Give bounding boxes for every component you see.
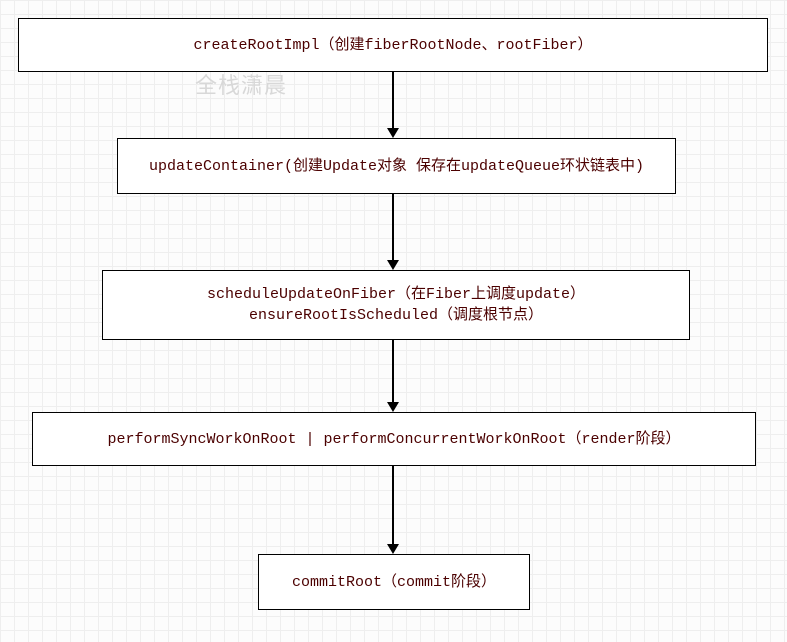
node-label-line1: scheduleUpdateOnFiber（在Fiber上调度update） <box>207 284 585 305</box>
node-label: createRootImpl（创建fiberRootNode、rootFiber… <box>193 35 592 56</box>
flow-node-create-root-impl: createRootImpl（创建fiberRootNode、rootFiber… <box>18 18 768 72</box>
flow-arrow <box>387 466 399 554</box>
flow-node-perform-work: performSyncWorkOnRoot | performConcurren… <box>32 412 756 466</box>
node-label: commitRoot（commit阶段） <box>292 572 496 593</box>
flow-node-update-container: updateContainer(创建Update对象 保存在updateQueu… <box>117 138 676 194</box>
flow-node-commit-root: commitRoot（commit阶段） <box>258 554 530 610</box>
node-label-line2: ensureRootIsScheduled（调度根节点） <box>249 305 543 326</box>
node-label: updateContainer(创建Update对象 保存在updateQueu… <box>149 156 644 177</box>
flow-arrow <box>387 194 399 270</box>
flow-arrow <box>387 340 399 412</box>
watermark-text: 全栈潇晨 <box>195 68 287 100</box>
flow-arrow <box>387 72 399 138</box>
flow-node-schedule-update: scheduleUpdateOnFiber（在Fiber上调度update） e… <box>102 270 690 340</box>
node-label: performSyncWorkOnRoot | performConcurren… <box>107 429 680 450</box>
